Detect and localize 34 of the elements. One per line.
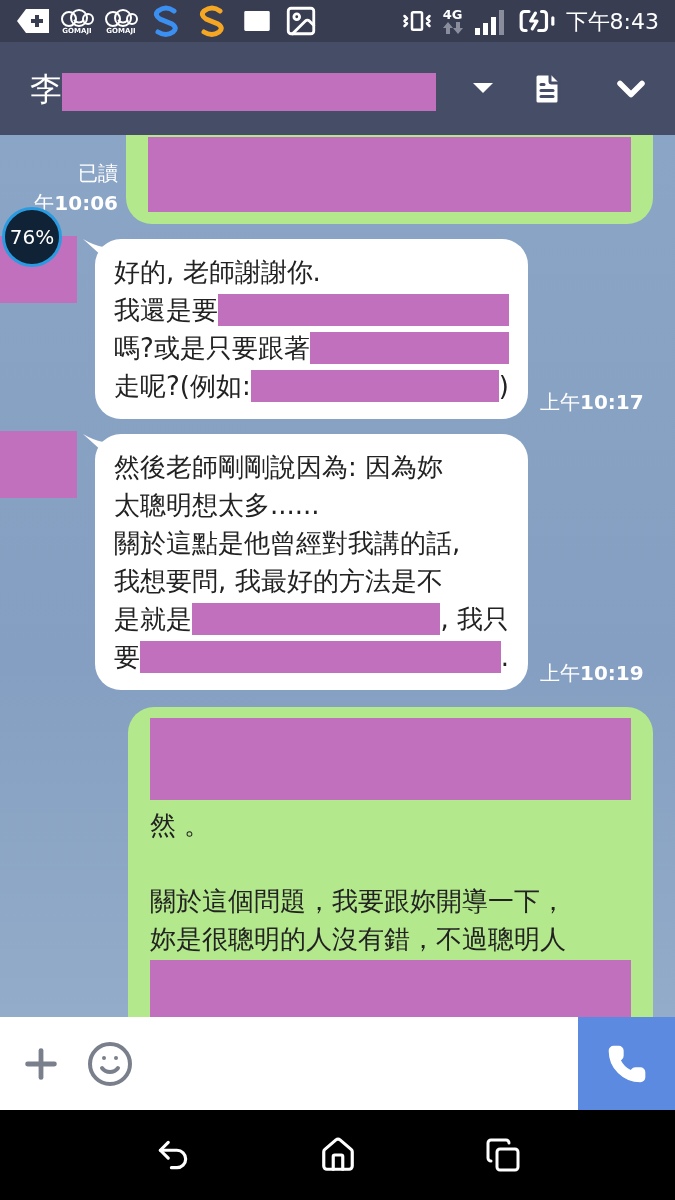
call-button[interactable] — [578, 1017, 675, 1110]
caret-down-icon[interactable] — [473, 82, 493, 95]
battery-percentage: 76% — [9, 224, 55, 251]
message-text: 是就是 — [114, 603, 192, 636]
message-text: 關於這個問題，我要跟妳開導一下， — [150, 885, 567, 918]
message-time: 上午10:17 — [540, 390, 644, 414]
message-text: 然後老師剛剛說因為: 因為妳 — [114, 451, 444, 484]
message-text: 我想要問, 我最好的方法是不 — [114, 565, 443, 598]
message-text: 好的, 老師謝謝你. — [114, 256, 321, 289]
image-icon — [284, 4, 318, 38]
smiley-cloud-icon — [104, 7, 138, 28]
network-type: 4G — [442, 7, 463, 21]
message-text: 關於這點是他曾經對我講的話, — [114, 527, 461, 560]
message-text: ) — [498, 370, 509, 403]
message-text: . — [500, 641, 509, 674]
message-text: 要 — [114, 641, 140, 674]
message-text: 嗎?或是只要跟著 — [114, 332, 310, 365]
data-arrows-icon — [441, 20, 464, 35]
message-text: 走呢?(例如: — [114, 370, 251, 403]
clock: 下午8:43 — [565, 7, 659, 36]
smiley-cloud-icon — [60, 7, 94, 28]
message-text: , 我只 — [440, 603, 509, 636]
message-text: 太聰明想太多...... — [114, 489, 320, 522]
message-text: 妳是很聰明的人沒有錯，不過聰明人 — [150, 923, 567, 956]
recent-apps-icon[interactable] — [485, 1137, 522, 1173]
message-text: 我還是要 — [114, 294, 218, 327]
chat-title: 李 — [30, 68, 62, 110]
phone-icon — [606, 1043, 647, 1084]
read-receipt: 已讀 — [78, 160, 118, 187]
plus-tag-icon — [16, 8, 50, 34]
message-time: 上午10:19 — [540, 661, 644, 685]
emoji-icon[interactable] — [86, 1039, 134, 1088]
message-time: 午10:06 — [34, 190, 118, 217]
message-text: 然 。 — [150, 809, 212, 842]
